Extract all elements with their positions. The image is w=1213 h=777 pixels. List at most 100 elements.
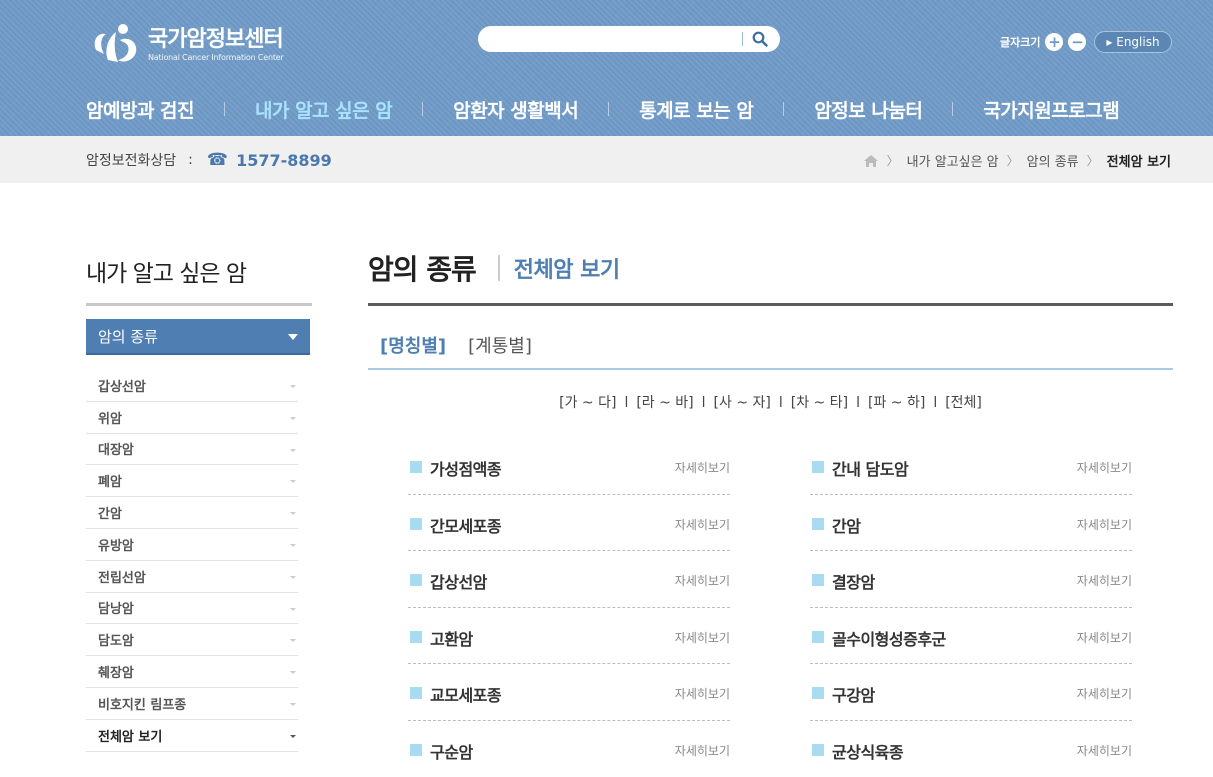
nav-divider (952, 102, 953, 116)
phone-number[interactable]: 1577-8899 (236, 151, 332, 170)
sidebar-item[interactable]: 담도암 (86, 624, 298, 656)
details-link[interactable]: 자세히보기 (675, 516, 730, 533)
details-link[interactable]: 자세히보기 (1077, 516, 1132, 533)
index-separator: l (779, 395, 783, 411)
details-link[interactable]: 자세히보기 (675, 459, 730, 476)
details-link[interactable]: 자세히보기 (1077, 742, 1132, 759)
nav-item-prevention[interactable]: 암예방과 검진 (86, 96, 194, 123)
home-icon[interactable] (863, 154, 879, 168)
cancer-name-link[interactable]: 간모세포종 (430, 513, 501, 537)
breadcrumb: 〉 내가 알고싶은 암 〉 암의 종류 〉 전체암 보기 (863, 151, 1171, 170)
bullet-icon (410, 574, 422, 586)
list-item: 가성점액종 자세히보기 (408, 438, 730, 495)
index-link[interactable]: [사 ~ 자] (714, 395, 771, 411)
phone-consult: 암정보전화상담 : ☎ 1577-8899 (86, 150, 332, 170)
cancer-name-link[interactable]: 간내 담도암 (832, 456, 908, 480)
details-link[interactable]: 자세히보기 (1077, 629, 1132, 646)
page-title-sub: 전체암 보기 (514, 252, 620, 284)
index-link[interactable]: [가 ~ 다] (559, 395, 616, 411)
list-item: 고환암 자세히보기 (408, 608, 730, 665)
cancer-name-link[interactable]: 간암 (832, 513, 860, 537)
sidebar-item[interactable]: 폐암 (86, 465, 298, 497)
list-item: 구강암 자세히보기 (810, 664, 1132, 721)
list-item: 결장암 자세히보기 (810, 551, 1132, 608)
caret-down-icon (290, 385, 296, 388)
title-divider (498, 255, 500, 281)
nav-divider (422, 102, 423, 116)
index-link-all[interactable]: [전체] (945, 395, 982, 411)
sidebar-item[interactable]: 전립선암 (86, 561, 298, 593)
cancer-name-link[interactable]: 가성점액종 (430, 456, 501, 480)
cancer-name-link[interactable]: 골수이형성증후군 (832, 626, 946, 650)
font-increase-button[interactable]: + (1045, 33, 1063, 51)
font-decrease-button[interactable]: − (1068, 33, 1086, 51)
sidebar-item[interactable]: 갑상선암 (86, 370, 298, 402)
cancer-name-link[interactable]: 교모세포종 (430, 682, 501, 706)
details-link[interactable]: 자세히보기 (675, 685, 730, 702)
caret-down-icon (290, 639, 296, 642)
title-underline (368, 303, 1173, 306)
caret-down-icon (290, 417, 296, 420)
cancer-name-link[interactable]: 구강암 (832, 682, 875, 706)
details-link[interactable]: 자세히보기 (675, 572, 730, 589)
nav-divider (783, 102, 784, 116)
sidebar-item[interactable]: 간암 (86, 497, 298, 529)
logo-title: 국가암정보센터 (148, 27, 284, 53)
english-button[interactable]: ▸ English (1094, 31, 1172, 53)
details-link[interactable]: 자세히보기 (1077, 685, 1132, 702)
bullet-icon (812, 461, 824, 473)
search-button[interactable] (748, 28, 772, 50)
bullet-icon (812, 687, 824, 699)
sidebar-item[interactable]: 대장암 (86, 434, 298, 466)
details-link[interactable]: 자세히보기 (1077, 459, 1132, 476)
nav-item-support-programs[interactable]: 국가지원프로그램 (983, 96, 1119, 123)
chevron-right-icon: 〉 (887, 152, 899, 169)
site-logo[interactable]: 국가암정보센터 National Cancer Information Cent… (90, 20, 284, 68)
cancer-name-link[interactable]: 고환암 (430, 626, 473, 650)
sidebar-item[interactable]: 유방암 (86, 529, 298, 561)
cancer-name-link[interactable]: 결장암 (832, 569, 875, 593)
sidebar-item[interactable]: 비호지킨 림프종 (86, 688, 298, 720)
index-link[interactable]: [라 ~ 바] (636, 395, 693, 411)
page-title: 암의 종류 전체암 보기 (368, 248, 620, 288)
caret-down-icon (290, 735, 296, 738)
tab-by-name[interactable]: [명칭별] (380, 332, 446, 358)
index-link[interactable]: [차 ~ 타] (791, 395, 848, 411)
bullet-icon (410, 687, 422, 699)
index-link[interactable]: [파 ~ 하] (868, 395, 925, 411)
search-input[interactable] (490, 30, 740, 48)
details-link[interactable]: 자세히보기 (675, 629, 730, 646)
font-size-control: 글자크기 + − (1000, 33, 1086, 51)
list-item: 간내 담도암 자세히보기 (810, 438, 1132, 495)
breadcrumb-item[interactable]: 암의 종류 (1027, 151, 1079, 170)
cancer-name-link[interactable]: 갑상선암 (430, 569, 487, 593)
caret-down-icon (290, 449, 296, 452)
sidebar-item[interactable]: 췌장암 (86, 656, 298, 688)
phone-colon: : (188, 152, 193, 168)
nav-item-cancer-info[interactable]: 내가 알고 싶은 암 (255, 96, 392, 123)
sidebar-item-current[interactable]: 전체암 보기 (86, 720, 298, 752)
caret-down-icon (290, 480, 296, 483)
details-link[interactable]: 자세히보기 (1077, 572, 1132, 589)
details-link[interactable]: 자세히보기 (675, 742, 730, 759)
list-item: 간암 자세히보기 (810, 495, 1132, 552)
phone-icon: ☎ (207, 150, 228, 170)
cancer-name-link[interactable]: 구순암 (430, 739, 473, 763)
sidebar-active-menu[interactable]: 암의 종류 (86, 319, 310, 355)
sub-bar: 암정보전화상담 : ☎ 1577-8899 〉 내가 알고싶은 암 〉 암의 종… (0, 136, 1213, 183)
caret-down-icon (290, 608, 296, 611)
breadcrumb-item[interactable]: 내가 알고싶은 암 (907, 151, 999, 170)
bullet-icon (410, 631, 422, 643)
cancer-name-link[interactable]: 균상식육종 (832, 739, 903, 763)
main-nav: 암예방과 검진 내가 알고 싶은 암 암환자 생활백서 통계로 보는 암 암정보… (86, 92, 1176, 126)
breadcrumb-current: 전체암 보기 (1107, 151, 1171, 170)
chevron-right-icon: 〉 (1007, 152, 1019, 169)
sidebar-item[interactable]: 담낭암 (86, 593, 298, 625)
nav-item-patient-life[interactable]: 암환자 생활백서 (453, 96, 578, 123)
sidebar-item[interactable]: 위암 (86, 402, 298, 434)
bullet-icon (812, 574, 824, 586)
nav-item-community[interactable]: 암정보 나눔터 (814, 96, 922, 123)
nav-item-statistics[interactable]: 통계로 보는 암 (639, 96, 753, 123)
tab-by-system[interactable]: [계통별] (468, 332, 532, 358)
list-item: 균상식육종 자세히보기 (810, 721, 1132, 777)
